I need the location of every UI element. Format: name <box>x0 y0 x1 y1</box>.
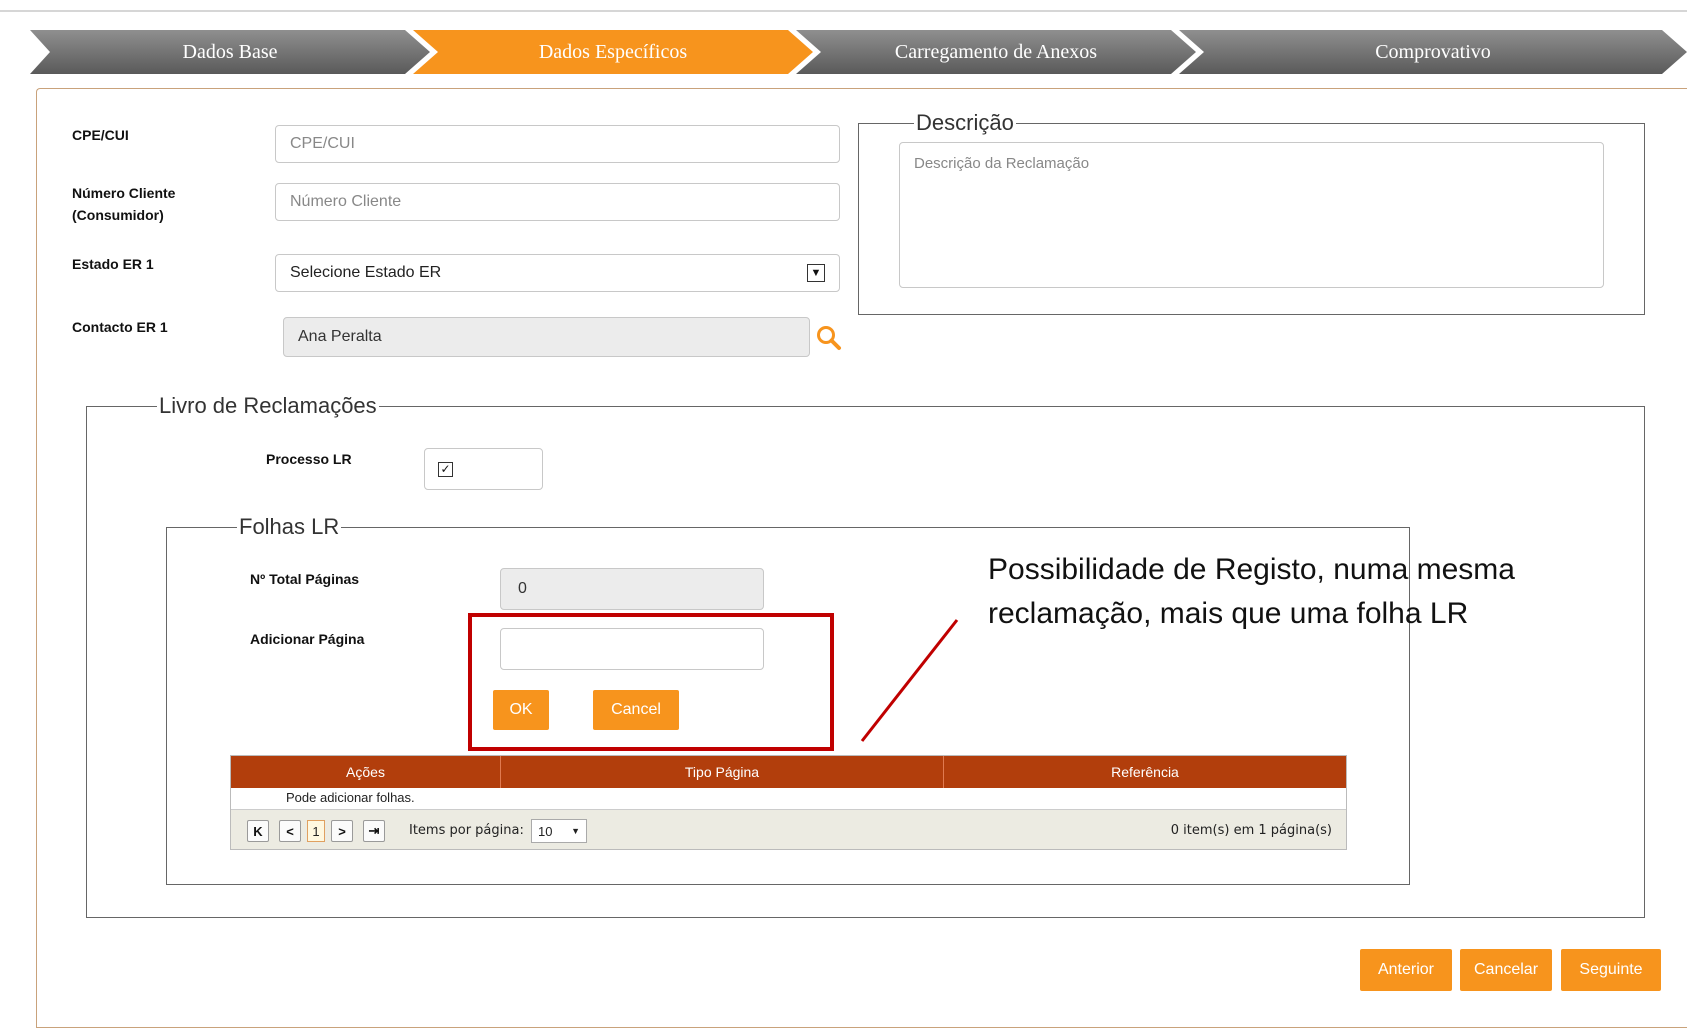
top-divider <box>0 10 1687 12</box>
grid-column-referencia[interactable]: Referência <box>944 756 1346 788</box>
estado-er-value: Selecione Estado ER <box>290 264 442 281</box>
grid-column-acoes[interactable]: Ações <box>231 756 501 788</box>
wizard-steps: Dados Base Dados Específicos Carregament… <box>30 30 1687 74</box>
grid-column-tipo-pagina[interactable]: Tipo Página <box>501 756 944 788</box>
processo-lr-checkbox[interactable]: ✓ <box>438 462 453 477</box>
total-paginas-label: Nº Total Páginas <box>250 571 360 587</box>
contacto-er-value: Ana Peralta <box>298 328 382 345</box>
chevron-down-icon: ▼ <box>571 826 580 836</box>
step-label: Dados Base <box>182 40 278 63</box>
cpe-input[interactable]: CPE/CUI <box>275 125 840 163</box>
items-per-page-value: 10 <box>538 823 553 839</box>
livro-legend: Livro de Reclamações <box>159 393 377 418</box>
grid-pager: K < 1 > ⇥ Items por página: 10 ▼ 0 item(… <box>231 809 1346 849</box>
total-paginas-value: 0 <box>518 580 527 597</box>
step-dados-base[interactable]: Dados Base <box>30 30 430 74</box>
annotation-note: Possibilidade de Registo, numa mesma rec… <box>988 553 1515 630</box>
chevron-down-icon[interactable]: ▼ <box>807 264 825 282</box>
folhas-grid: Ações Tipo Página Referência Pode adicio… <box>230 755 1347 850</box>
current-page[interactable]: 1 <box>307 820 325 842</box>
descricao-placeholder: Descrição da Reclamação <box>914 155 1090 172</box>
grid-header: Ações Tipo Página Referência <box>231 756 1346 788</box>
cancelar-button[interactable]: Cancelar <box>1460 949 1552 991</box>
step-comprovativo[interactable]: Comprovativo <box>1179 30 1687 74</box>
grid-empty-message: Pode adicionar folhas. <box>286 790 415 805</box>
next-page-icon[interactable]: > <box>331 820 353 842</box>
step-dados-especificos[interactable]: Dados Específicos <box>413 30 813 74</box>
folhas-legend: Folhas LR <box>239 514 340 539</box>
processo-lr-label: Processo LR <box>266 451 352 467</box>
estado-er-label: Estado ER 1 <box>72 256 154 272</box>
prev-page-icon[interactable]: < <box>279 820 301 842</box>
anterior-button[interactable]: Anterior <box>1360 949 1452 991</box>
total-paginas-input: 0 <box>500 568 764 610</box>
contacto-er-input: Ana Peralta <box>283 317 810 357</box>
numero-cliente-placeholder: Número Cliente <box>290 193 402 210</box>
items-per-page-select[interactable]: 10 ▼ <box>531 819 587 843</box>
grid-summary: 0 item(s) em 1 página(s) <box>1170 823 1332 838</box>
descricao-legend: Descrição <box>916 110 1014 135</box>
numero-cliente-label: Número Cliente (Consumidor) <box>72 185 176 223</box>
annotation-highlight-box <box>468 613 834 751</box>
step-label: Carregamento de Anexos <box>894 40 1098 63</box>
step-label: Dados Específicos <box>538 40 688 63</box>
search-icon[interactable] <box>815 324 843 352</box>
seguinte-button[interactable]: Seguinte <box>1561 949 1661 991</box>
first-page-icon[interactable]: K <box>247 820 269 842</box>
numero-cliente-input[interactable]: Número Cliente <box>275 183 840 221</box>
cpe-label: CPE/CUI <box>72 127 129 143</box>
adicionar-pagina-label: Adicionar Página <box>250 631 365 647</box>
descricao-textarea[interactable]: Descrição da Reclamação <box>899 142 1604 288</box>
cpe-placeholder: CPE/CUI <box>290 135 355 152</box>
step-carregamento-anexos[interactable]: Carregamento de Anexos <box>796 30 1196 74</box>
last-page-icon[interactable]: ⇥ <box>363 820 385 842</box>
contacto-er-label: Contacto ER 1 <box>72 319 168 335</box>
step-label: Comprovativo <box>1375 40 1491 63</box>
items-per-page-label: Items por página: <box>409 823 524 838</box>
processo-lr-field: ✓ <box>424 448 543 490</box>
estado-er-select[interactable]: Selecione Estado ER ▼ <box>275 254 840 292</box>
